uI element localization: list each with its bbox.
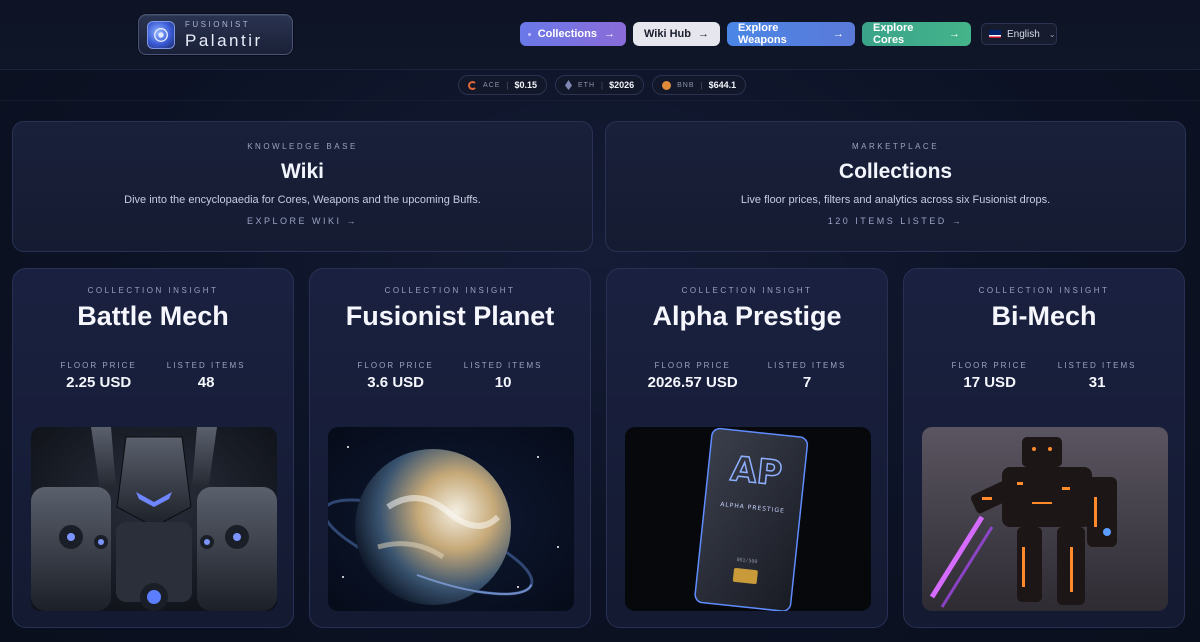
explore-wiki-link[interactable]: EXPLORE WIKI → [13,216,592,226]
insight-label: COLLECTION INSIGHT [384,286,516,295]
ticker-ace: ACE | $0.15 [458,75,548,95]
explore-weapons-button-label: Explore Weapons [738,22,787,46]
floor-price-value: 2026.57 USD [647,374,738,391]
language-select[interactable]: English ⌄ [981,23,1057,45]
ticker-bnb: BNB | $644.1 [652,75,747,95]
collection-name: Battle Mech [77,301,229,331]
collection-card-battle-mech[interactable]: COLLECTION INSIGHT Battle Mech FLOOR PRI… [12,268,294,628]
price-ticker: ACE | $0.15 ETH | $2026 BNB | $644.1 [458,75,747,95]
collections-card[interactable]: MARKETPLACE Collections Live floor price… [605,121,1186,252]
insight-label: COLLECTION INSIGHT [87,286,219,295]
insight-label: COLLECTION INSIGHT [978,286,1110,295]
listed-items-label: LISTED ITEMS [166,361,246,370]
eth-coin-icon [565,80,573,90]
ticker-symbol: ACE [483,81,501,89]
main-nav: Collections → Wiki Hub → Explore Weapons… [520,22,1057,46]
arrow-right-icon: → [949,28,960,40]
floor-price-label: FLOOR PRICE [60,361,137,370]
ticker-symbol: ETH [578,81,596,89]
battle-mech-image [31,427,277,611]
brand-name: Palantir [185,30,263,50]
chevron-down-icon: ⌄ [1048,29,1056,39]
insight-label: COLLECTION INSIGHT [681,286,813,295]
arrow-right-icon: → [697,28,709,40]
wiki-eyebrow: KNOWLEDGE BASE [247,142,358,151]
ticker-symbol: BNB [677,81,695,89]
collections-button[interactable]: Collections → [520,22,626,46]
collection-card-alpha-prestige[interactable]: COLLECTION INSIGHT Alpha Prestige FLOOR … [606,268,888,628]
collection-card-bi-mech[interactable]: COLLECTION INSIGHT Bi-Mech FLOOR PRICE 17… [903,268,1185,628]
arrow-right-icon: → [604,28,615,40]
floor-price-value: 17 USD [963,374,1016,391]
language-label: English [1007,28,1040,40]
alpha-prestige-image: AP ALPHA PRESTIGE 001/500 [625,427,871,611]
collections-eyebrow: MARKETPLACE [851,142,940,151]
collection-name: Bi-Mech [991,301,1097,331]
wiki-hub-button-label: Wiki Hub [644,28,691,40]
floor-price-label: FLOOR PRICE [357,361,434,370]
listed-items-value: 7 [802,374,812,391]
wiki-description: Dive into the encyclopaedia for Cores, W… [124,194,481,206]
wiki-card[interactable]: KNOWLEDGE BASE Wiki Dive into the encycl… [12,121,593,252]
floor-price-label: FLOOR PRICE [654,361,731,370]
collections-button-label: Collections [537,28,597,40]
collection-name: Fusionist Planet [345,301,555,331]
explore-cores-button-label: Explore Cores [873,22,914,46]
palantir-eye-icon [147,20,175,49]
divider [0,100,1200,101]
alpha-card-logo: AP [729,449,784,494]
items-listed-link[interactable]: 120 ITEMS LISTED → [606,216,1185,226]
ticker-price: $2026 [609,80,635,90]
floor-price-label: FLOOR PRICE [951,361,1028,370]
listed-items-label: LISTED ITEMS [767,361,847,370]
arrow-right-icon: → [833,28,844,40]
collections-title: Collections [838,160,953,183]
listed-items-label: LISTED ITEMS [463,361,543,370]
ticker-eth: ETH | $2026 [555,75,645,95]
floor-price-value: 2.25 USD [66,374,132,391]
ticker-price: $644.1 [708,80,737,90]
brand-small: FUSIONIST [185,19,251,29]
listed-items-value: 10 [494,374,512,391]
uk-flag-icon [989,30,1001,38]
ticker-price: $0.15 [514,80,538,90]
fusionist-planet-image [328,427,574,611]
wiki-title: Wiki [281,160,324,183]
ace-coin-icon [468,80,477,90]
bi-mech-image [922,427,1168,611]
wiki-hub-button[interactable]: Wiki Hub → [633,22,720,46]
listed-items-value: 48 [197,374,215,391]
explore-cores-button[interactable]: Explore Cores → [862,22,971,46]
brand-logo[interactable]: FUSIONIST Palantir [138,14,293,55]
bnb-coin-icon [662,80,672,90]
collection-card-fusionist-planet[interactable]: COLLECTION INSIGHT Fusionist Planet FLOO… [309,268,591,628]
dot-icon [528,32,531,36]
listed-items-value: 31 [1088,374,1106,391]
top-header: FUSIONIST Palantir Collections → Wiki Hu… [0,0,1200,70]
floor-price-value: 3.6 USD [367,374,424,391]
listed-items-label: LISTED ITEMS [1057,361,1137,370]
collections-description: Live floor prices, filters and analytics… [740,194,1051,206]
explore-weapons-button[interactable]: Explore Weapons → [727,22,855,46]
collection-name: Alpha Prestige [652,301,842,331]
